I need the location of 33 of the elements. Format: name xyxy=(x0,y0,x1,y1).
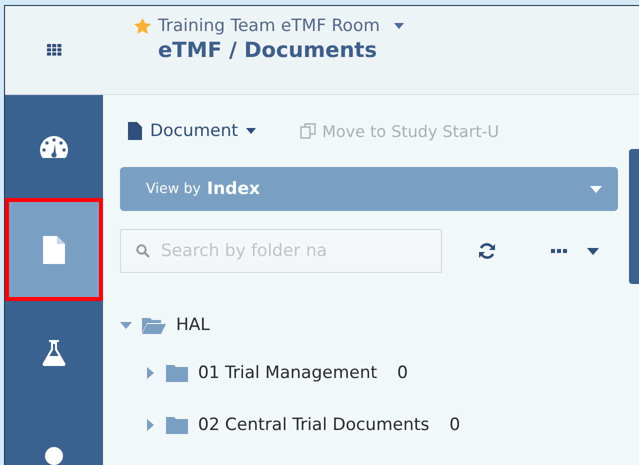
open-folder-icon xyxy=(142,316,166,334)
caret-icon xyxy=(246,128,256,134)
refresh-icon[interactable] xyxy=(478,242,496,260)
more-icon[interactable] xyxy=(551,249,567,253)
document-count: 0 xyxy=(397,363,408,383)
star-icon[interactable] xyxy=(133,16,152,36)
expand-caret-icon xyxy=(144,419,156,431)
document-menu-button[interactable]: Document xyxy=(126,117,258,145)
folder-name: HAL xyxy=(176,315,210,335)
document-icon xyxy=(128,122,142,140)
folder-icon xyxy=(166,364,188,382)
folder-name: 02 Central Trial Documents xyxy=(198,415,430,435)
room-title[interactable]: Training Team eTMF Room xyxy=(158,16,380,36)
expand-caret-icon xyxy=(120,319,132,331)
flask-icon xyxy=(42,340,66,366)
document-count: 0 xyxy=(449,415,460,435)
page-title: eTMF / Documents xyxy=(158,38,378,62)
expand-caret-icon xyxy=(144,367,156,379)
scrollbar[interactable] xyxy=(629,149,639,284)
apps-grid-icon[interactable] xyxy=(46,44,62,56)
gauge-icon xyxy=(39,134,69,158)
folder-icon xyxy=(166,416,188,434)
tree-item[interactable]: 01 Trial Management 0 xyxy=(120,347,639,399)
tree-item[interactable]: HAL xyxy=(120,303,639,347)
copy-icon xyxy=(300,123,316,139)
caret-icon xyxy=(590,186,602,192)
folder-name: 01 Trial Management xyxy=(198,363,378,383)
search-icon xyxy=(136,244,150,258)
caret-icon[interactable] xyxy=(587,248,599,254)
tree-item[interactable]: 02 Central Trial Documents 0 xyxy=(120,399,639,451)
sidebar-item[interactable] xyxy=(5,198,103,301)
caret-icon[interactable] xyxy=(394,23,404,29)
document-icon xyxy=(43,236,65,264)
